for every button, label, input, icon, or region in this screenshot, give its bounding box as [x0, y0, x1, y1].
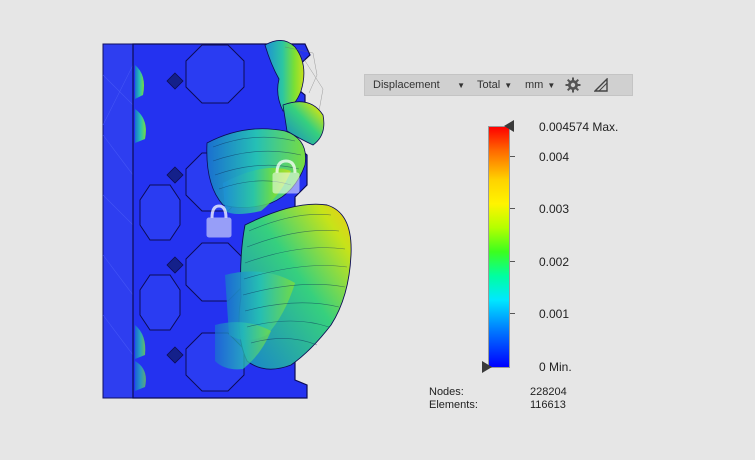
- mesh-statistics: Nodes: 228204 Elements: 116613: [429, 386, 579, 412]
- legend-tick: [510, 156, 515, 157]
- min-marker-icon[interactable]: [482, 361, 492, 373]
- gear-icon: [565, 77, 581, 93]
- nodes-row: Nodes: 228204: [429, 386, 579, 399]
- legend-tick: [510, 208, 515, 209]
- legend-color-bar: [488, 126, 510, 368]
- chevron-down-icon: ▼: [504, 80, 513, 90]
- simulation-viewport[interactable]: Displacement ▼ Total ▼ mm ▼ 0.004574 Max…: [0, 0, 755, 460]
- color-legend: 0.004574 Max. 0.004 0.003 0.002 0.001 0 …: [470, 110, 670, 380]
- triangle-icon: [594, 78, 608, 92]
- legend-tick-label: 0.002: [539, 255, 570, 269]
- elements-label: Elements:: [429, 399, 478, 411]
- result-toolbar: Displacement ▼ Total ▼ mm ▼: [364, 74, 633, 96]
- legend-tick: [510, 313, 515, 314]
- component-value: Total: [477, 79, 501, 91]
- result-type-dropdown[interactable]: Displacement ▼: [365, 75, 471, 95]
- deformed-model-render[interactable]: [95, 35, 360, 405]
- elements-value: 116613: [530, 399, 566, 411]
- nodes-value: 228204: [530, 386, 567, 398]
- component-dropdown[interactable]: Total ▼: [471, 75, 513, 95]
- legend-toggle-button[interactable]: [587, 75, 615, 95]
- legend-tick-label: 0.003: [539, 202, 570, 216]
- chevron-down-icon: ▼: [457, 80, 465, 90]
- elements-row: Elements: 116613: [429, 399, 579, 412]
- settings-button[interactable]: [559, 75, 587, 95]
- result-type-value: Displacement: [373, 79, 440, 91]
- nodes-label: Nodes:: [429, 386, 464, 398]
- unit-value: mm: [525, 79, 544, 91]
- legend-min-label: 0 Min.: [539, 360, 572, 374]
- chevron-down-icon: ▼: [547, 80, 556, 90]
- legend-max-label: 0.004574 Max.: [539, 120, 619, 134]
- unit-dropdown[interactable]: mm ▼: [513, 75, 559, 95]
- legend-tick: [510, 261, 515, 262]
- legend-tick-label: 0.004: [539, 150, 570, 164]
- max-marker-icon[interactable]: [504, 120, 514, 132]
- legend-tick-label: 0.001: [539, 307, 570, 321]
